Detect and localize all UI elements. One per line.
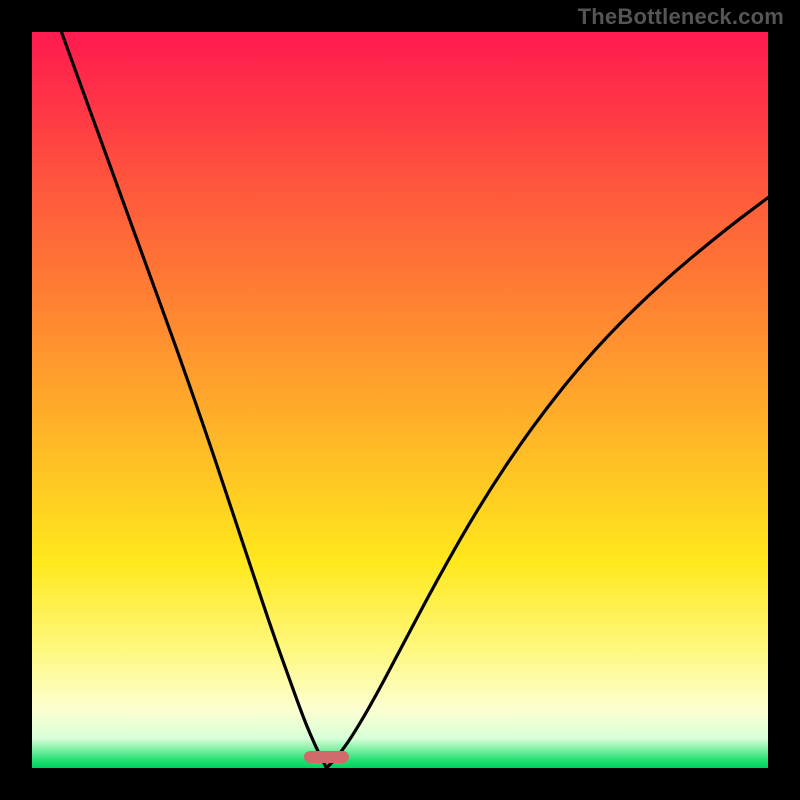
curve-left-branch	[61, 32, 326, 768]
chart-plot-area	[32, 32, 768, 768]
curve-right-branch	[326, 198, 768, 768]
minimum-marker	[304, 751, 348, 763]
watermark-label: TheBottleneck.com	[578, 4, 784, 30]
chart-frame: TheBottleneck.com	[0, 0, 800, 800]
bottleneck-curve	[32, 32, 768, 768]
